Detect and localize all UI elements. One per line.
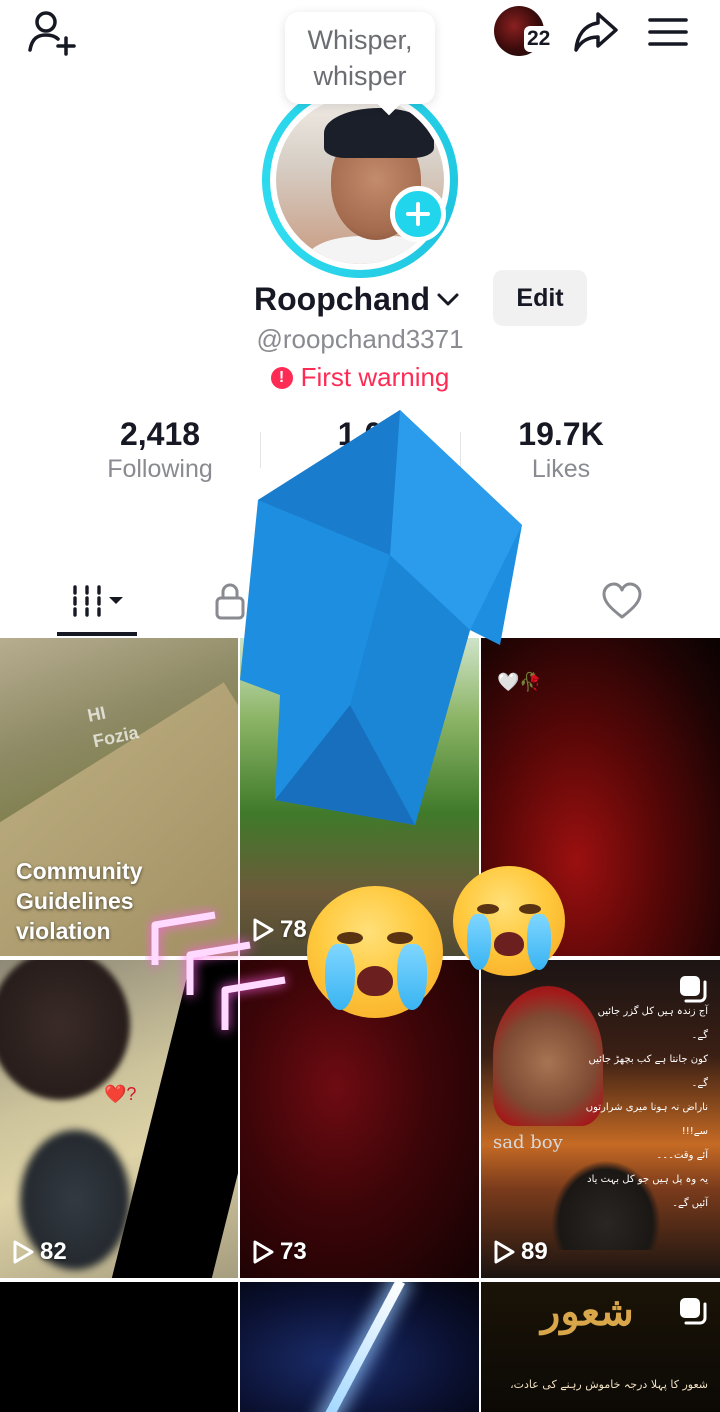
emoji-mouth (357, 966, 393, 996)
emoji-eye (337, 932, 363, 944)
emoji-mouth (494, 932, 524, 956)
poetry-line: کون جانتا ہے کب بچھڑ جائیں گے۔ (588, 1054, 708, 1089)
whisper-tooltip: Whisper, whisper (285, 12, 435, 104)
up-arrow-sticker (240, 410, 522, 825)
emoji-eye (387, 932, 413, 944)
view-count: 89 (493, 1238, 548, 1266)
alert-icon: ! (270, 366, 293, 389)
view-count: 73 (252, 1238, 307, 1266)
video-thumbnail[interactable]: شعور شعور کا پہلا درجہ خاموش رہنے کی عاد… (481, 1282, 720, 1412)
story-count-badge: 22 (524, 26, 554, 52)
video-grid-icon (73, 585, 123, 617)
crying-face-emoji (453, 866, 565, 976)
hamburger-menu-icon (648, 18, 688, 46)
account-switcher[interactable]: Roopchand (254, 276, 460, 322)
light-beam (321, 1282, 405, 1412)
video-thumbnail[interactable]: آج زندہ ہیں کل گزر جائیں گے۔ کون جانتا ہ… (481, 960, 720, 1278)
video-thumbnail[interactable] (240, 1282, 479, 1412)
display-name: Roopchand (254, 280, 430, 317)
emoji-tear (527, 914, 551, 970)
chevron-down-icon (437, 293, 459, 306)
plus-icon (406, 202, 430, 226)
view-count-value: 73 (280, 1238, 307, 1265)
thumbnail-poetry: آج زندہ ہیں کل گزر جائیں گے۔ کون جانتا ہ… (578, 1000, 708, 1216)
thumbnail-shadow (0, 960, 130, 1100)
neon-chevrons-sticker (151, 911, 286, 1030)
share-arrow-icon (574, 12, 618, 52)
username-handle: @roopchand3371 (256, 324, 464, 354)
tab-liked[interactable] (592, 570, 652, 632)
poetry-line: یہ وہ پل ہیں جو کل بہت یاد آئیں گے۔ (587, 1174, 708, 1209)
person-add-icon (28, 11, 76, 56)
play-icon (253, 1240, 274, 1264)
photo-carousel-icon (680, 976, 707, 1003)
edit-profile-button[interactable]: Edit (493, 270, 587, 326)
thumbnail-caption: sad boy (493, 1132, 563, 1153)
emoji-tear (325, 944, 355, 1010)
view-count-value: 82 (40, 1238, 67, 1265)
avatar-frame (270, 90, 450, 270)
avatar-cap (324, 108, 434, 158)
thumbnail-caption: شعور کا پہلا درجہ خاموش رہنے کی عادت، (510, 1378, 708, 1391)
active-tab-indicator (57, 632, 137, 636)
play-icon (13, 1240, 34, 1264)
emoji-tear (397, 944, 427, 1010)
menu-button[interactable] (644, 10, 692, 54)
add-story-button[interactable] (390, 186, 446, 242)
warning-text: First warning (300, 362, 450, 392)
poetry-line: آئے وقت۔۔۔ (656, 1150, 708, 1161)
add-friend-button[interactable] (24, 8, 80, 56)
view-count: 82 (12, 1238, 67, 1266)
thumbnail-watermark: HI Fozia (85, 702, 141, 752)
profile-avatar[interactable] (262, 82, 458, 278)
emoji-tear (467, 914, 491, 970)
emoji-eye (519, 904, 541, 914)
poetry-line: آج زندہ ہیں کل گزر جائیں گے۔ (597, 1006, 708, 1041)
crying-face-emoji (307, 886, 443, 1018)
thumbnail-title: شعور (541, 1288, 634, 1335)
video-thumbnail[interactable] (0, 1282, 238, 1412)
emoji-eye (477, 904, 499, 914)
heart-icon (602, 582, 642, 619)
share-button[interactable] (570, 8, 622, 56)
tab-videos[interactable] (57, 570, 137, 632)
photo-carousel-icon (680, 1298, 707, 1325)
play-icon (494, 1240, 515, 1264)
thumbnail-caption: ❤️? (104, 1084, 137, 1104)
view-count-value: 89 (521, 1238, 548, 1265)
account-warning[interactable]: ! First warning (0, 362, 720, 393)
tooltip-text: Whisper, whisper (307, 25, 413, 91)
poetry-line: ناراض نہ ہونا میری شرارتوں سے!!! (585, 1102, 708, 1137)
